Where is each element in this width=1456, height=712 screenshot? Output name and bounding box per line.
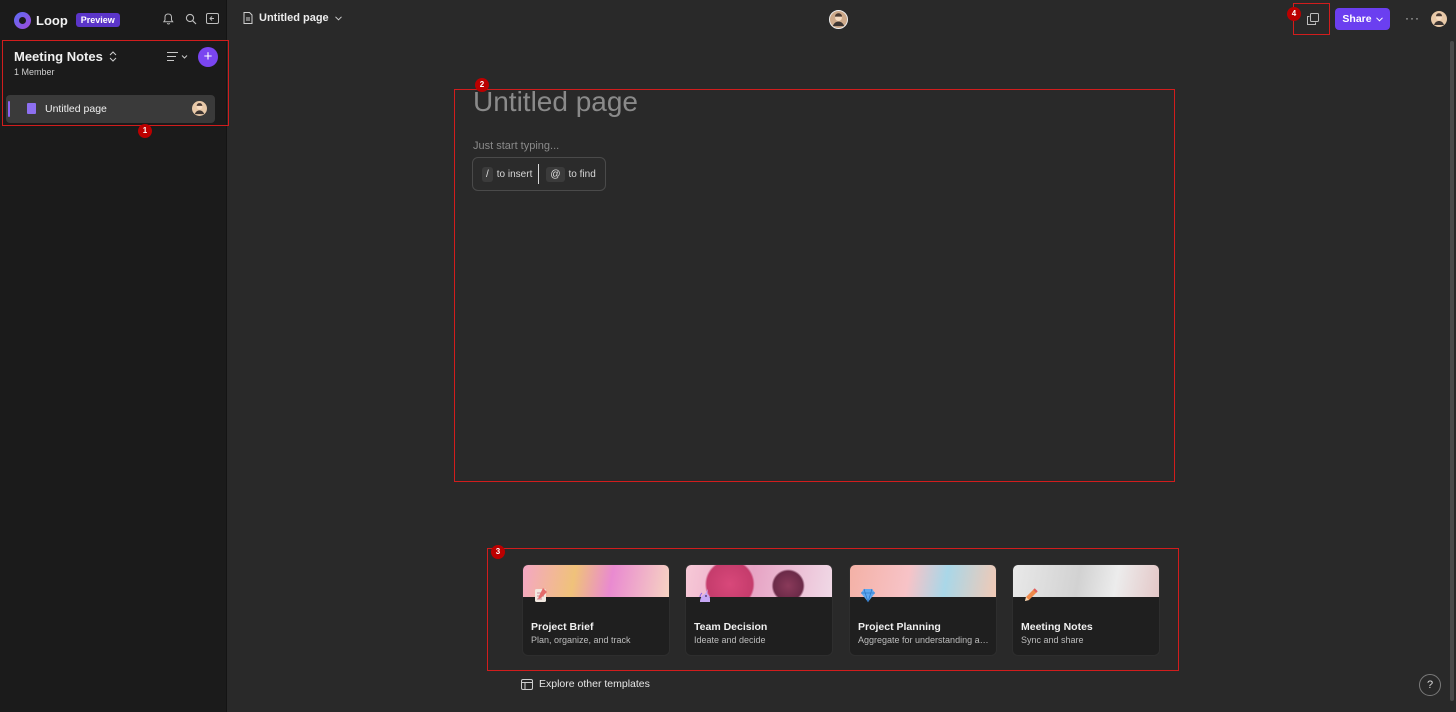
template-subtitle: Sync and share: [1021, 635, 1084, 645]
page-title-input[interactable]: Untitled page: [473, 86, 638, 118]
template-subtitle: Ideate and decide: [694, 635, 766, 645]
app-name: Loop: [36, 12, 68, 28]
pencil-icon: [1025, 588, 1038, 601]
search-icon[interactable]: [184, 12, 197, 25]
share-button[interactable]: Share: [1335, 8, 1390, 30]
sidebar-top-icons: [162, 12, 219, 25]
share-label: Share: [1342, 13, 1372, 25]
preview-badge: Preview: [75, 13, 120, 27]
user-avatar[interactable]: [1431, 11, 1447, 27]
find-hint-label: to find: [568, 168, 596, 180]
chevron-down-icon: [334, 15, 342, 21]
template-title: Project Planning: [858, 621, 941, 633]
bell-icon[interactable]: [162, 12, 175, 25]
annotation-badge-4: 4: [1287, 7, 1301, 21]
notepad-icon: [535, 588, 547, 602]
document-icon: [243, 12, 253, 24]
template-card-project-planning[interactable]: Project Planning Aggregate for understan…: [849, 564, 997, 656]
loop-logo-icon: [14, 11, 31, 29]
collaborator-avatar[interactable]: [829, 10, 848, 29]
template-subtitle: Aggregate for understanding an...: [858, 635, 992, 645]
insert-hint-label: to insert: [496, 168, 533, 180]
template-title: Meeting Notes: [1021, 621, 1093, 633]
template-title: Team Decision: [694, 621, 768, 633]
doc-title: Untitled page: [259, 12, 329, 24]
template-card-project-brief[interactable]: Project Brief Plan, organize, and track: [522, 564, 670, 656]
shortcut-hint: / to insert @ to find: [472, 157, 606, 191]
chevron-down-icon: [1375, 16, 1383, 22]
template-card-team-decision[interactable]: Team Decision Ideate and decide: [685, 564, 833, 656]
insert-key: /: [482, 166, 493, 182]
annotation-badge-3: 3: [491, 545, 505, 559]
annotation-badge-1: 1: [138, 124, 152, 138]
explore-label: Explore other templates: [539, 678, 650, 690]
scrollbar[interactable]: [1450, 41, 1454, 701]
more-options-button[interactable]: ···: [1405, 11, 1420, 25]
help-button[interactable]: ?: [1419, 674, 1441, 696]
unicorn-icon: [699, 589, 710, 602]
brand[interactable]: Loop Preview: [14, 10, 120, 30]
annotation-box-2: [454, 89, 1175, 482]
divider: [538, 164, 540, 184]
templates-icon: [521, 678, 533, 690]
editor-placeholder[interactable]: Just start typing...: [473, 140, 559, 152]
annotation-box-1: [2, 40, 229, 126]
explore-templates-link[interactable]: Explore other templates: [521, 678, 650, 690]
copy-component-icon[interactable]: [1307, 13, 1319, 25]
template-card-meeting-notes[interactable]: Meeting Notes Sync and share: [1012, 564, 1160, 656]
breadcrumb[interactable]: Untitled page: [243, 12, 342, 24]
gem-icon: [861, 588, 875, 603]
find-key: @: [546, 166, 565, 182]
template-subtitle: Plan, organize, and track: [531, 635, 631, 645]
collapse-sidebar-icon[interactable]: [206, 12, 219, 25]
template-title: Project Brief: [531, 621, 594, 633]
